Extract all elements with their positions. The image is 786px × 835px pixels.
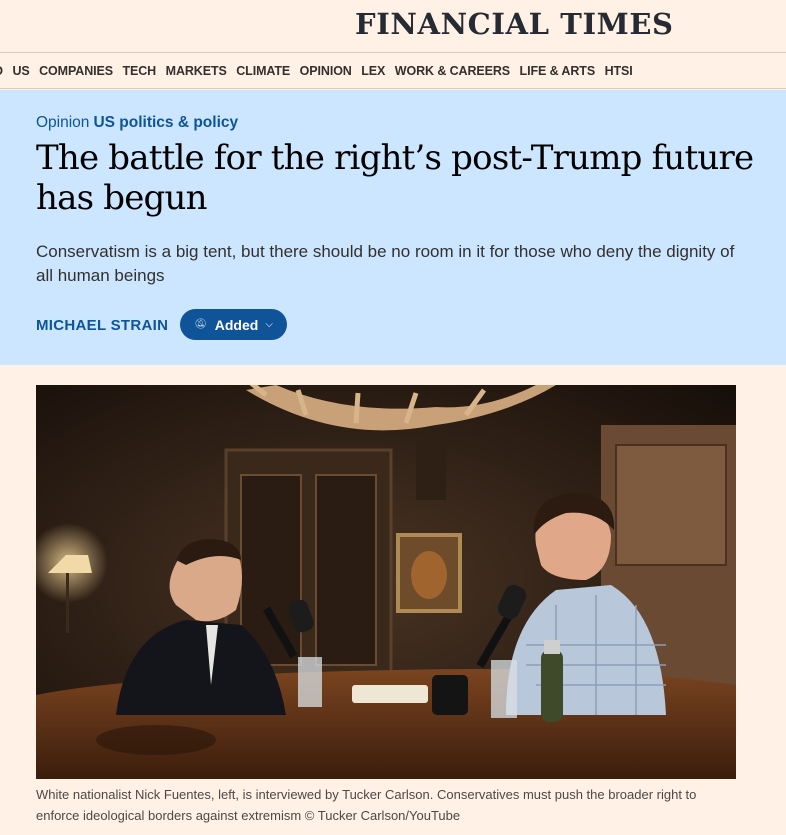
nav-item-htsi[interactable]: HTSI [605, 64, 633, 78]
nav-item-lex[interactable]: LEX [361, 64, 385, 78]
chevron-down-icon: ⌵ [265, 319, 273, 330]
nav-item-opinion[interactable]: OPINION [300, 64, 352, 78]
nav-item-us[interactable]: US [12, 64, 29, 78]
ft-logo[interactable]: FINANCIAL TIMES [355, 7, 674, 41]
masthead: FINANCIAL TIMES [0, 0, 786, 53]
standfirst: Conservatism is a big tent, but there sh… [36, 242, 735, 285]
nav-item-life-arts[interactable]: LIFE & ARTS [520, 64, 596, 78]
nav-item-partial[interactable]: D [0, 64, 3, 78]
headline: The battle for the right’s post-Trump fu… [36, 138, 754, 218]
nav-item-tech[interactable]: TECH [122, 64, 156, 78]
top-navigation: D US COMPANIES TECH MARKETS CLIMATE OPIN… [0, 53, 786, 89]
nav-item-companies[interactable]: COMPANIES [39, 64, 113, 78]
article-kind: Opinion [36, 114, 90, 131]
topic-link[interactable]: US politics & policy [93, 114, 238, 131]
bell-off-icon: 🔕︎ [194, 319, 207, 330]
breadcrumb: Opinion US politics & policy [36, 114, 238, 132]
nav-list: D US COMPANIES TECH MARKETS CLIMATE OPIN… [0, 64, 642, 78]
article-header: Opinion US politics & policy The battle f… [0, 90, 786, 365]
nav-item-climate[interactable]: CLIMATE [236, 64, 290, 78]
nav-item-markets[interactable]: MARKETS [166, 64, 227, 78]
nav-item-work-careers[interactable]: WORK & CAREERS [395, 64, 510, 78]
follow-button-label: Added [214, 316, 259, 333]
image-caption: White nationalist Nick Fuentes, left, is… [36, 787, 697, 823]
interview-photo-illustration [36, 385, 736, 779]
author-link[interactable]: MICHAEL STRAIN [36, 317, 168, 334]
article-main-image [36, 385, 736, 779]
follow-author-button[interactable]: 🔕︎ Added ⌵ [180, 309, 287, 340]
